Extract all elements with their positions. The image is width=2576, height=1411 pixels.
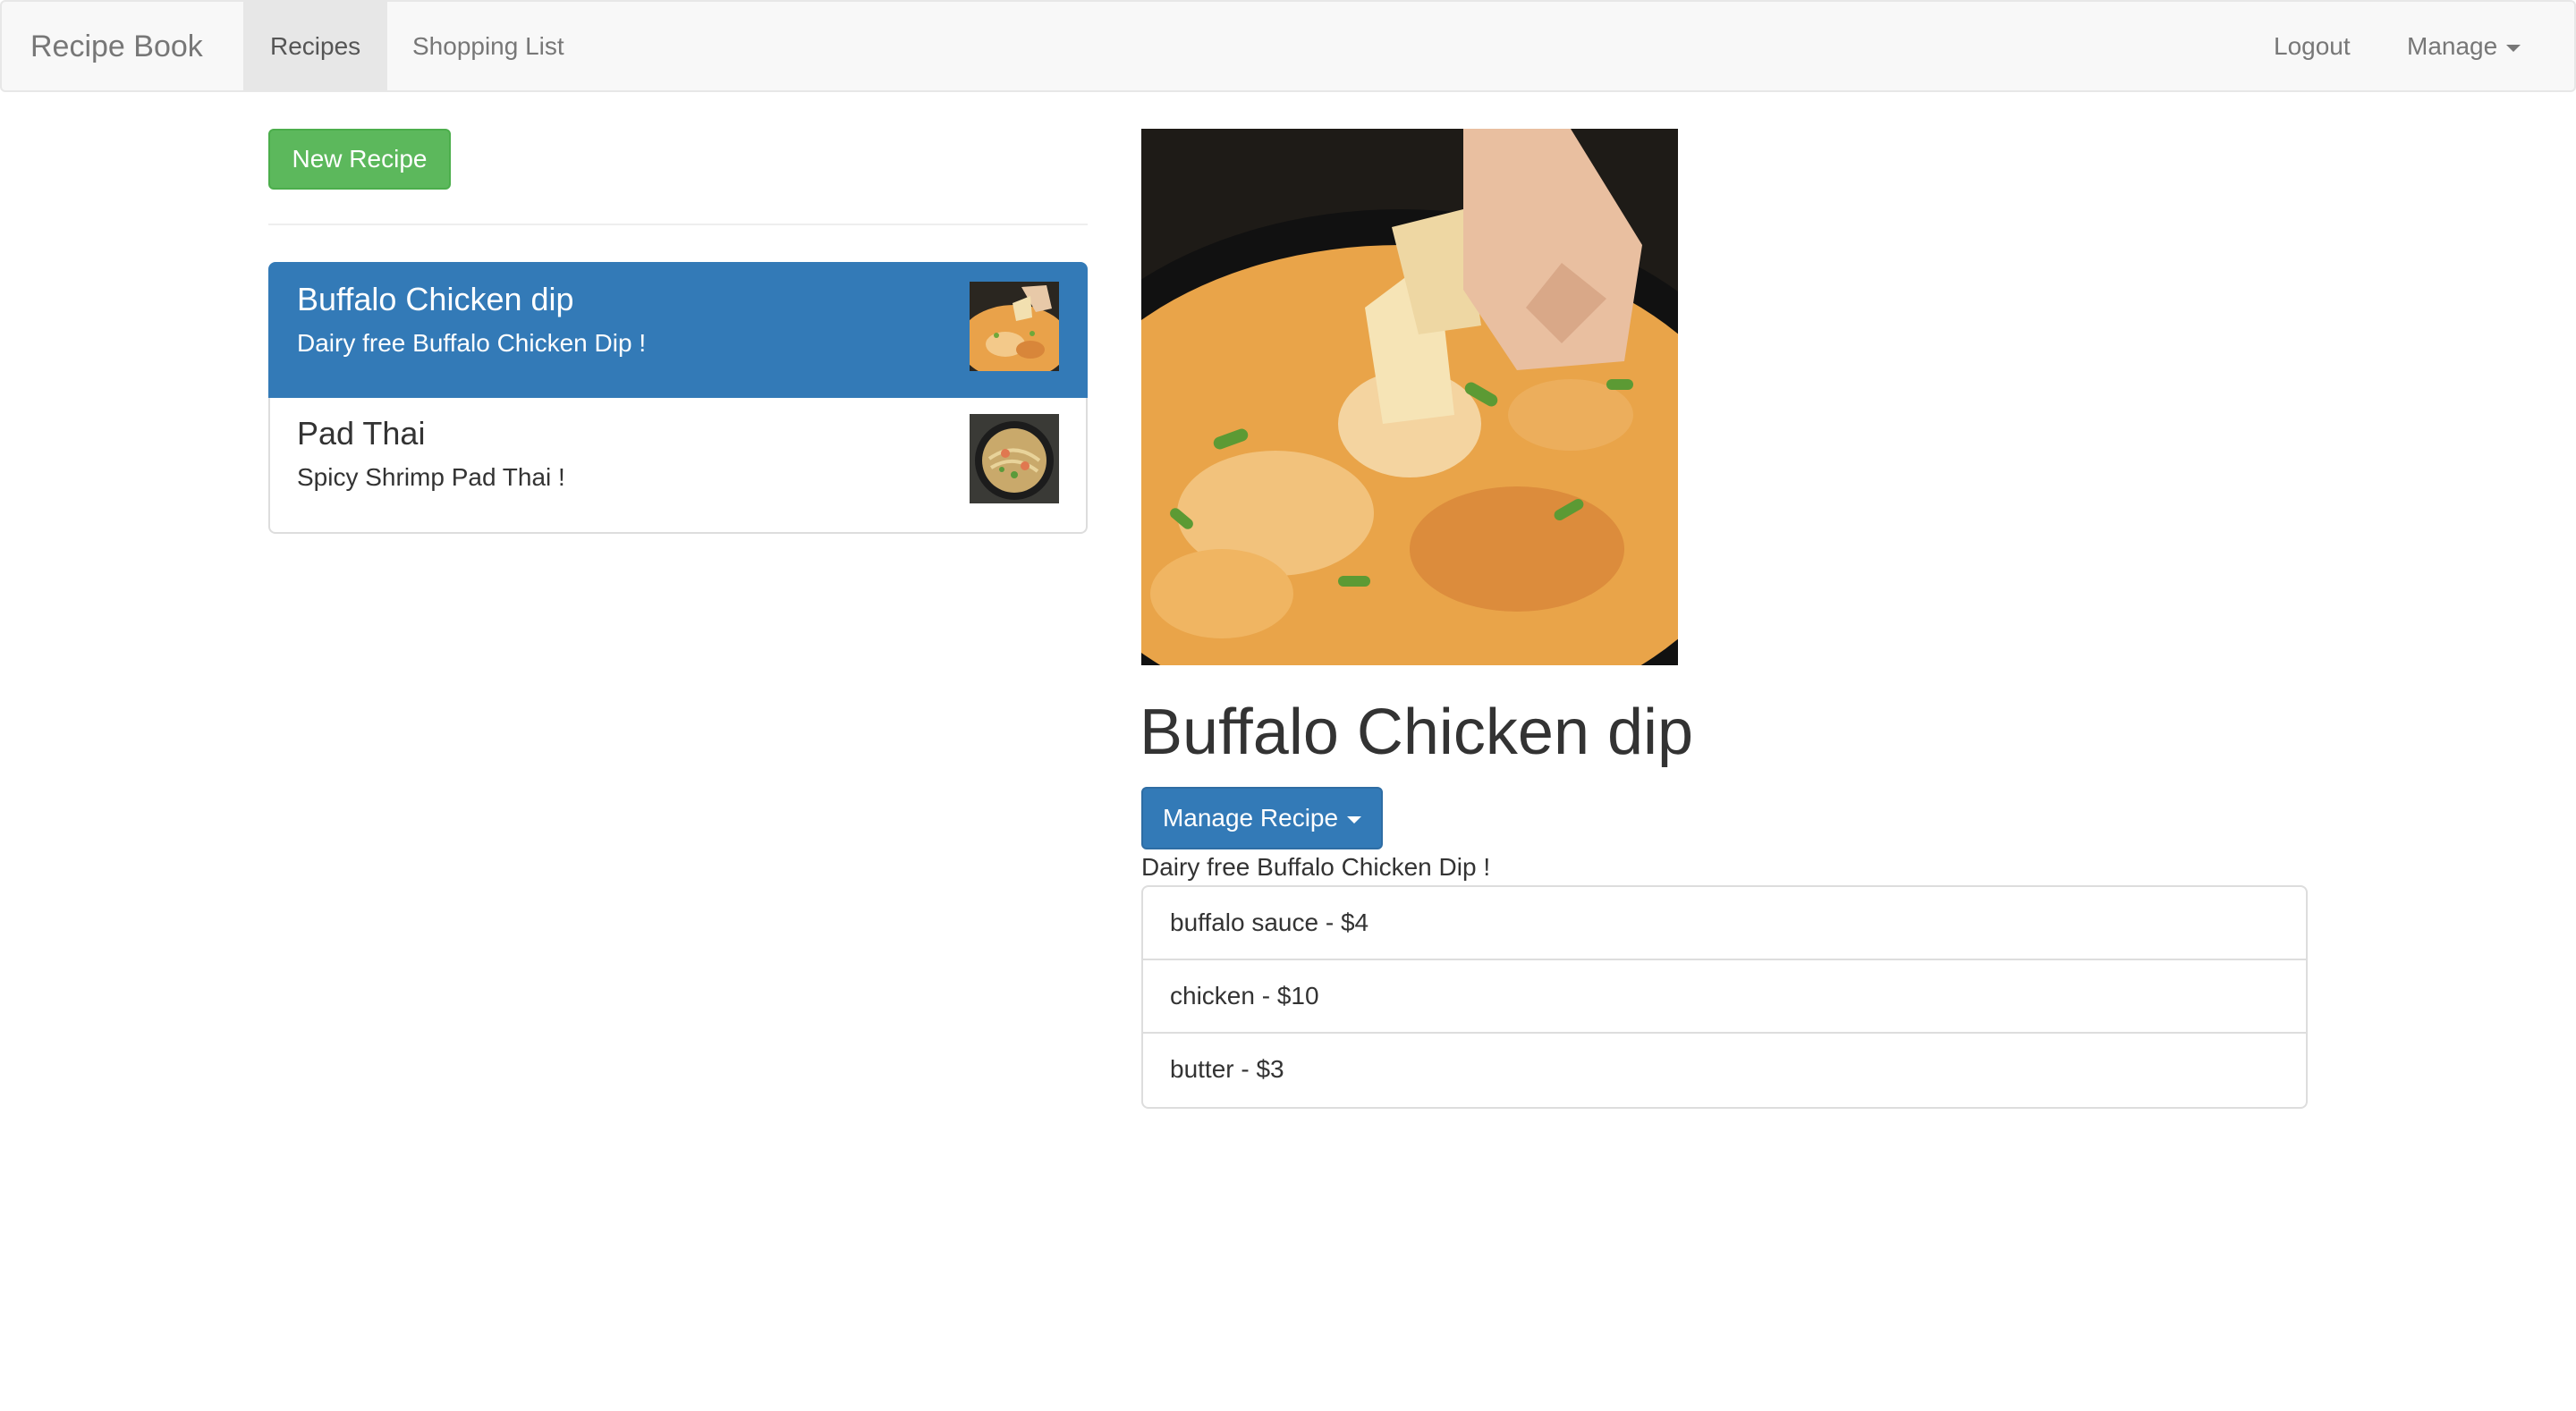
manage-recipe-label: Manage Recipe: [1162, 804, 1339, 832]
ingredient-item[interactable]: butter - $3: [1143, 1034, 2306, 1107]
new-recipe-button[interactable]: New Recipe: [268, 129, 451, 190]
nav-recipes[interactable]: Recipes: [243, 2, 388, 91]
recipe-description: Spicy Shrimp Pad Thai !: [297, 463, 565, 491]
nav-shopping-list[interactable]: Shopping List: [386, 2, 591, 91]
brand-link[interactable]: Recipe Book: [30, 2, 203, 91]
recipe-title: Buffalo Chicken dip: [1140, 697, 1694, 768]
buffalo-chicken-dip-thumbnail: [970, 282, 1059, 371]
recipe-name: Pad Thai: [297, 415, 426, 452]
recipe-description: Dairy free Buffalo Chicken Dip !: [1141, 853, 1491, 881]
navbar: Recipe Book Recipes Shopping List Logout…: [0, 0, 2576, 92]
caret-down-icon: [1347, 815, 1362, 824]
recipe-list-item-buffalo-chicken-dip[interactable]: Buffalo Chicken dip Dairy free Buffalo C…: [268, 262, 1088, 398]
recipe-description: Dairy free Buffalo Chicken Dip !: [297, 329, 647, 357]
manage-dropdown-label: Manage: [2407, 32, 2498, 60]
caret-down-icon: [2506, 44, 2521, 52]
logout-link[interactable]: Logout: [2247, 2, 2377, 91]
ingredient-item[interactable]: buffalo sauce - $4: [1143, 887, 2306, 960]
recipe-name: Buffalo Chicken dip: [297, 281, 574, 317]
divider: [268, 224, 1088, 225]
recipe-image: [1141, 129, 1678, 665]
pad-thai-thumbnail: [970, 414, 1059, 503]
recipe-list-item-pad-thai[interactable]: Pad Thai Spicy Shrimp Pad Thai !: [268, 398, 1088, 534]
ingredient-list: buffalo sauce - $4 chicken - $10 butter …: [1141, 885, 2308, 1109]
manage-dropdown[interactable]: Manage: [2380, 2, 2547, 91]
manage-recipe-button[interactable]: Manage Recipe: [1141, 787, 1383, 849]
ingredient-item[interactable]: chicken - $10: [1143, 960, 2306, 1034]
